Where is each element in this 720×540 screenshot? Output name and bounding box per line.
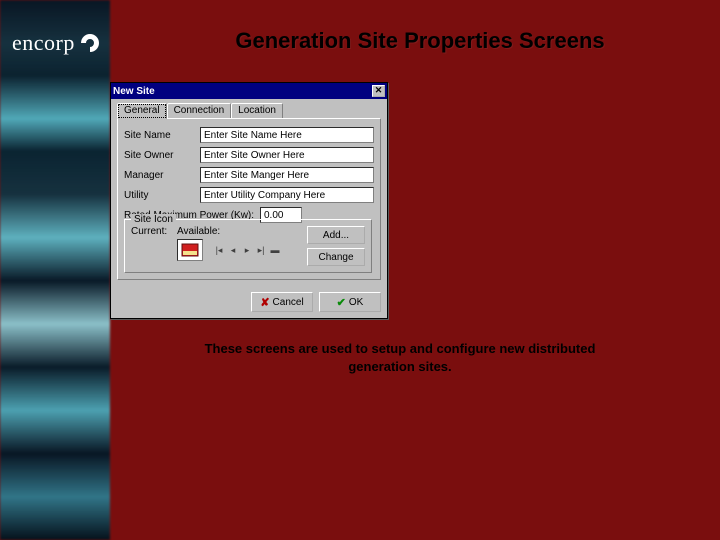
utility-label: Utility: [124, 190, 196, 201]
new-site-dialog: New Site ✕ General Connection Location S…: [110, 82, 388, 319]
tab-connection[interactable]: Connection: [167, 103, 232, 119]
ok-button-label: OK: [349, 297, 363, 308]
site-icon-legend: Site Icon: [131, 214, 176, 225]
tab-strip: General Connection Location: [117, 103, 381, 119]
ok-button[interactable]: ✔ OK: [319, 292, 381, 312]
close-icon: ✕: [375, 85, 383, 95]
nav-stop-button[interactable]: ▬: [269, 245, 281, 256]
site-icon-group: Site Icon Current: Available: |◂: [124, 219, 372, 273]
tab-connection-label: Connection: [174, 105, 225, 116]
tab-location-label: Location: [238, 105, 276, 116]
site-owner-input[interactable]: Enter Site Owner Here: [200, 147, 374, 163]
nav-next-button[interactable]: ▸: [241, 245, 253, 256]
nav-last-button[interactable]: ▸|: [255, 245, 267, 256]
dialog-titlebar[interactable]: New Site ✕: [111, 83, 387, 99]
site-name-label: Site Name: [124, 130, 196, 141]
close-button[interactable]: ✕: [372, 85, 385, 97]
dialog-title-text: New Site: [113, 86, 155, 97]
ok-icon: ✔: [337, 296, 346, 309]
current-icon-label: Current:: [131, 226, 171, 237]
add-icon-button-label: Add...: [323, 230, 349, 241]
site-owner-label: Site Owner: [124, 150, 196, 161]
manager-value: Enter Site Manger Here: [204, 170, 309, 181]
decorative-background-strip: [0, 0, 110, 540]
nav-first-button[interactable]: |◂: [213, 245, 225, 256]
manager-label: Manager: [124, 170, 196, 181]
site-thumbnail-icon: [181, 243, 199, 257]
icon-thumbnail[interactable]: [177, 239, 203, 261]
tab-panel-general: Site Name Enter Site Name Here Site Owne…: [117, 118, 381, 280]
dialog-footer: ✘ Cancel ✔ OK: [111, 286, 387, 318]
available-icon-label: Available:: [177, 226, 227, 237]
brand-mark-icon: [77, 30, 103, 56]
add-icon-button[interactable]: Add...: [307, 226, 365, 244]
tab-general[interactable]: General: [117, 103, 167, 119]
brand-logo: encorp: [12, 18, 102, 68]
manager-input[interactable]: Enter Site Manger Here: [200, 167, 374, 183]
cancel-icon: ✘: [260, 296, 269, 309]
nav-prev-button[interactable]: ◂: [227, 245, 239, 256]
icon-nav-controls: |◂ ◂ ▸ ▸| ▬: [213, 245, 281, 256]
utility-value: Enter Utility Company Here: [204, 190, 325, 201]
cancel-button-label: Cancel: [273, 297, 304, 308]
utility-input[interactable]: Enter Utility Company Here: [200, 187, 374, 203]
site-name-value: Enter Site Name Here: [204, 130, 302, 141]
slide-title: Generation Site Properties Screens: [200, 28, 640, 54]
brand-logo-text: encorp: [12, 30, 75, 56]
change-icon-button-label: Change: [318, 252, 353, 263]
slide-caption: These screens are used to setup and conf…: [200, 340, 600, 375]
site-name-input[interactable]: Enter Site Name Here: [200, 127, 374, 143]
site-owner-value: Enter Site Owner Here: [204, 150, 305, 161]
change-icon-button[interactable]: Change: [307, 248, 365, 266]
tab-location[interactable]: Location: [231, 103, 283, 119]
tab-general-label: General: [124, 105, 160, 116]
cancel-button[interactable]: ✘ Cancel: [251, 292, 313, 312]
